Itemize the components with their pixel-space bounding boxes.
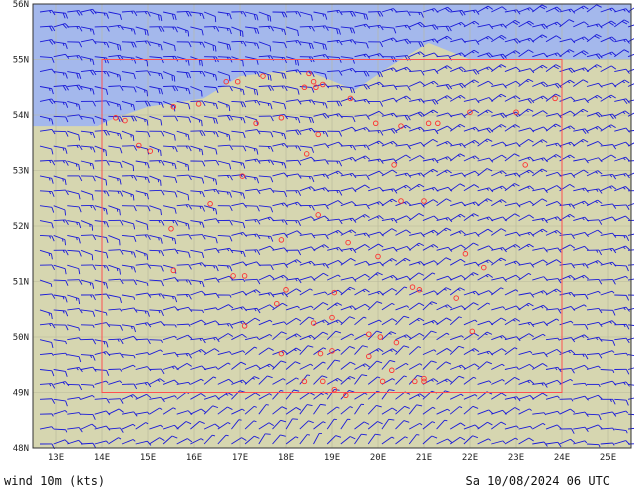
lat-label: 53N [13, 167, 29, 177]
caption-valid-time: Sa 10/08/2024 06 UTC [465, 474, 611, 488]
lat-label: 52N [13, 222, 29, 232]
lon-label: 14E [94, 453, 110, 463]
caption-variable: wind 10m (kts) [4, 474, 106, 488]
lon-label: 15E [140, 453, 156, 463]
lat-label: 55N [13, 56, 29, 66]
lon-label: 16E [186, 453, 202, 463]
lon-axis: 13E 14E 15E 16E 17E 18E 19E 20E 21E 22E 23E 24E 25E [48, 453, 616, 463]
lat-label: 49N [13, 389, 29, 399]
lon-label: 13E [48, 453, 64, 463]
lat-label: 50N [13, 333, 29, 343]
lat-axis: 48N 49N 50N 51N 52N 53N 54N 55N 56N [13, 0, 29, 454]
wind-map: 48N 49N 50N 51N 52N 53N 54N 55N 56N 13E 14E 15E 16E… [13, 0, 634, 463]
lon-label: 25E [600, 453, 616, 463]
lon-label: 17E [232, 453, 248, 463]
lon-label: 20E [370, 453, 386, 463]
lon-label: 18E [278, 453, 294, 463]
lon-label: 21E [416, 453, 432, 463]
lon-label: 22E [462, 453, 478, 463]
lat-label: 51N [13, 278, 29, 288]
lat-label: 56N [13, 0, 29, 10]
lat-label: 48N [13, 444, 29, 454]
lat-label: 54N [13, 111, 29, 121]
lon-label: 24E [554, 453, 570, 463]
lon-label: 23E [508, 453, 524, 463]
lon-label: 19E [324, 453, 340, 463]
